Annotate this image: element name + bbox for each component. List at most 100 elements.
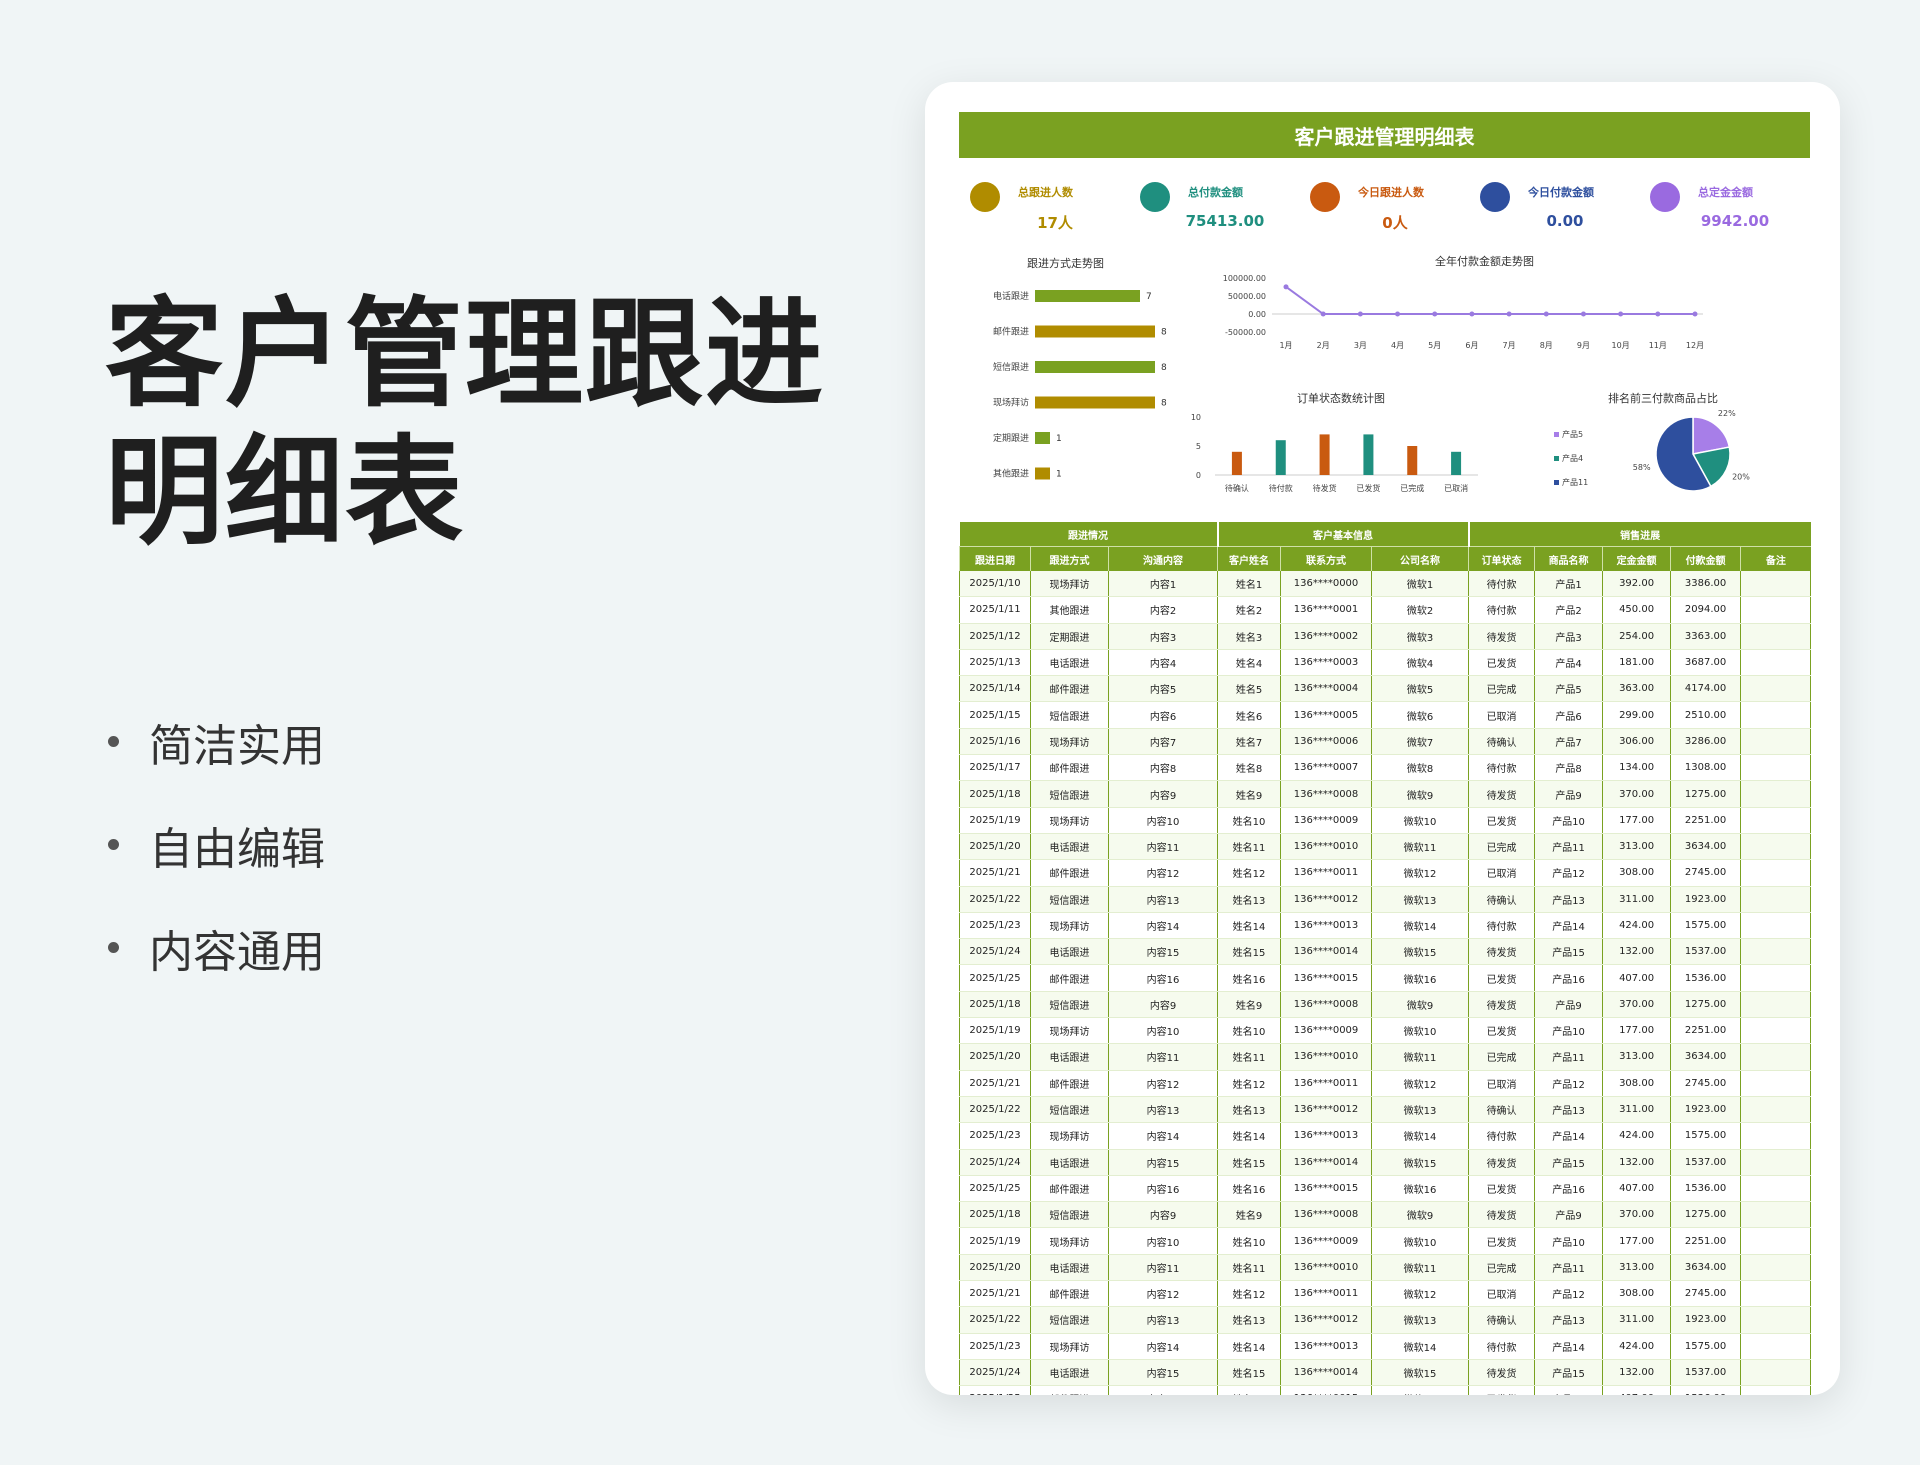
table-row: 2025/1/13 电话跟进 内容4 姓名4 136****0003 微软4 已发货 产品4 1… [959,649,1812,677]
kpi-card: 今日跟进人数 0人 [1310,180,1480,242]
table-cell: 微软12 [1371,1280,1469,1308]
table-row: 2025/1/23 现场拜访 内容14 姓名14 136****0013 微软14 待付款产… [959,1122,1812,1150]
table-cell: 姓名16 [1217,1385,1281,1395]
table-cell: 1536.00 [1670,964,1741,992]
table-cell: 450.00 [1602,596,1671,624]
table-cell: 其他跟进 [1030,596,1109,624]
table-cell [1740,912,1812,940]
table-cell: 产品3 [1534,623,1603,650]
annual-payment-chart: 100000.00 50000.00 0.00 -50000.00 1月 2月 3月 4月 5月… [1223,274,1704,350]
table-cell: 2025/1/19 [959,807,1031,834]
table-cell: 内容5 [1107,675,1218,703]
table-cell: 136****0002 [1280,623,1372,650]
data-point [1543,311,1549,317]
table-cell: 短信跟进 [1030,991,1109,1019]
table-cell: 306.00 [1602,728,1671,756]
table-cell: 姓名15 [1217,1149,1281,1176]
category-label: 定期跟进 [993,432,1029,444]
kpi-card: 总定金金额 9942.00 [1650,180,1820,242]
table-cell: 136****0010 [1280,1043,1372,1071]
table-cell: 邮件跟进 [1030,675,1109,703]
table-row: 2025/1/24 电话跟进 内容15 姓名15 136****0014 微软15 待发货产… [959,1359,1812,1387]
table-cell: 内容3 [1107,623,1218,650]
table-cell: 待付款 [1468,754,1535,782]
table-cell: 微软15 [1371,1149,1469,1176]
table-cell: 已取消 [1468,701,1535,729]
table-cell: 姓名14 [1217,912,1281,940]
table-row: 2025/1/15 短信跟进 内容6 姓名6 136****0005 微软6 已取消 产品6 2… [959,701,1812,729]
table-cell: 微软13 [1371,1096,1469,1124]
table-row: 2025/1/25邮件跟进内容16姓名16136****0015微软16已发货产… [959,964,1812,992]
data-point [1692,311,1698,317]
table-row: 2025/1/17 邮件跟进 内容8 姓名8 136****0007 微软8 待付款 产品8 1… [959,754,1812,782]
table-cell: 产品13 [1534,1306,1603,1334]
table-cell: 已发货 [1468,1175,1535,1203]
table-cell: 待发货 [1468,623,1535,650]
table-cell: 内容4 [1107,649,1218,677]
table-cell: 136****0001 [1280,596,1372,624]
table-row: 2025/1/14 邮件跟进 内容5 姓名5 136****0004 微软5 已完成 产品5 3… [959,675,1812,703]
table-cell: 姓名15 [1217,938,1281,966]
column-header: 联系方式 [1280,546,1372,571]
table-cell: 136****0014 [1280,938,1372,966]
y-tick-label: -50000.00 [1225,328,1266,337]
table-row: 2025/1/20 电话跟进 内容11 姓名11 136****0010 微软11 已完成产… [959,1254,1812,1282]
table-cell: 现场拜访 [1030,1122,1109,1150]
table-cell: 已取消 [1468,1280,1535,1308]
table-cell: 2025/1/19 [959,1017,1031,1045]
data-point [1506,311,1512,317]
table-cell: 177.00 [1602,1017,1671,1045]
x-tick-label: 6月 [1465,341,1478,350]
category-label: 电话跟进 [993,290,1029,302]
table-cell: 136****0014 [1280,1359,1372,1387]
table-cell: 136****0008 [1280,1201,1372,1229]
table-cell: 内容16 [1107,964,1218,992]
table-cell: 2025/1/18 [959,1201,1031,1229]
table-cell: 1923.00 [1670,886,1741,913]
table-cell: 产品9 [1534,1201,1603,1229]
table-cell: 2025/1/13 [959,649,1031,677]
table-cell [1740,1306,1812,1334]
kpi-value: 75413.00 [1185,212,1265,230]
table-cell: 内容15 [1107,1149,1218,1176]
table-cell: 2025/1/22 [959,1306,1031,1334]
column-header: 订单状态 [1468,546,1535,571]
table-cell: 待确认 [1468,886,1535,913]
table-cell: 现场拜访 [1030,1333,1109,1360]
table-cell: 2025/1/10 [959,571,1031,598]
table-cell: 微软13 [1371,886,1469,913]
data-point [1432,311,1438,317]
table-cell: 2025/1/23 [959,1122,1031,1150]
table-cell: 产品11 [1534,1254,1603,1282]
table-cell: 3386.00 [1670,571,1741,598]
table-cell: 3687.00 [1670,649,1741,677]
table-cell: 内容14 [1107,1122,1218,1150]
table-cell: 132.00 [1602,938,1671,966]
bar [1319,434,1330,475]
feature-label: 内容通用 [149,926,325,978]
table-cell: 已发货 [1468,1385,1535,1395]
table-cell: 2025/1/17 [959,754,1031,782]
table-cell: 产品8 [1534,754,1603,782]
table-cell: 邮件跟进 [1030,1385,1109,1395]
table-cell: 邮件跟进 [1030,1280,1109,1308]
table-cell: 2251.00 [1670,1227,1741,1255]
table-cell: 姓名13 [1217,1096,1281,1124]
chart-title-follow-method: 跟进方式走势图 [1027,257,1104,270]
hero-title: 客户管理跟进明细表 [105,285,826,561]
table-cell: 待确认 [1468,1096,1535,1124]
feature-item: 简洁实用 [108,690,325,793]
legend-label: 产品5 [1562,429,1583,439]
table-cell: 424.00 [1602,1333,1671,1360]
table-cell: 姓名12 [1217,1070,1281,1097]
table-cell: 1536.00 [1670,1385,1741,1395]
bar [1035,361,1155,373]
x-tick-label: 1月 [1279,341,1292,350]
table-cell: 产品14 [1534,912,1603,940]
table-cell: 姓名16 [1217,964,1281,992]
table-cell: 136****0009 [1280,1227,1372,1255]
table-cell: 产品10 [1534,1017,1603,1045]
table-cell: 待确认 [1468,728,1535,756]
table-cell: 姓名16 [1217,1175,1281,1203]
table-cell: 短信跟进 [1030,1096,1109,1124]
